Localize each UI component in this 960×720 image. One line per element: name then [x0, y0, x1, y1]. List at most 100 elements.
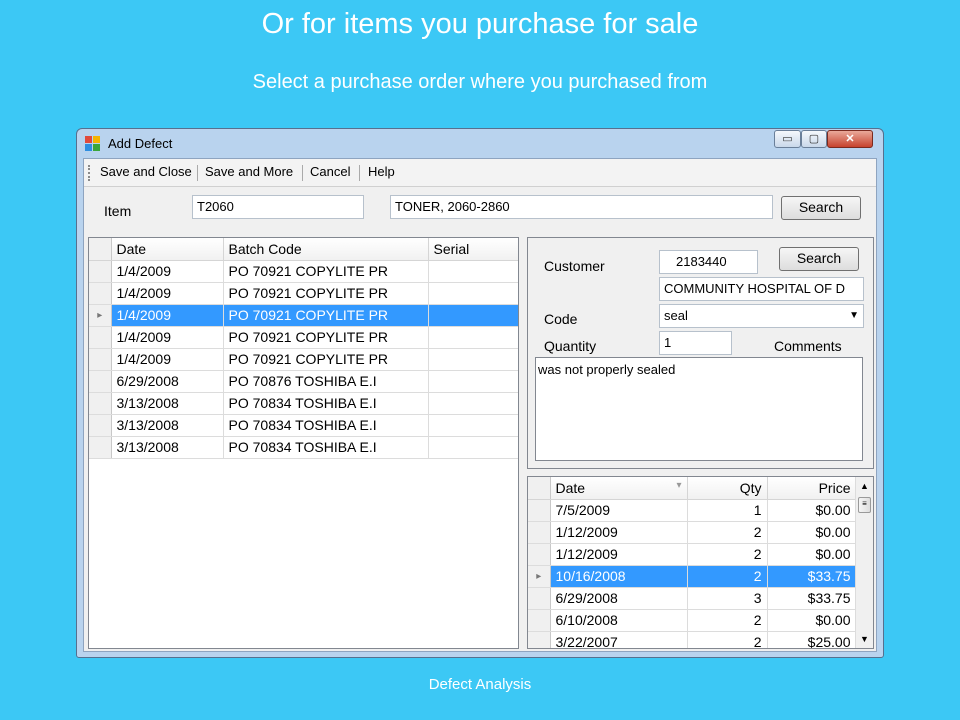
help-button[interactable]: Help: [368, 164, 395, 179]
table-cell[interactable]: 1/4/2009: [111, 260, 224, 283]
table-row[interactable]: ▸ 1/4/2009 PO 70921 COPYLITE PR: [89, 304, 518, 327]
window-titlebar[interactable]: Add Defect ▭ ▢ ✕: [77, 129, 883, 157]
col-header-date[interactable]: Date: [111, 238, 224, 261]
table-cell[interactable]: 6/29/2008: [550, 587, 688, 610]
close-button[interactable]: ✕: [827, 130, 873, 148]
col-header-date[interactable]: Date ▾: [550, 477, 688, 500]
table-cell[interactable]: [428, 282, 518, 305]
table-cell[interactable]: 10/16/2008: [550, 565, 688, 588]
table-cell[interactable]: $0.00: [767, 499, 857, 522]
row-header[interactable]: ▸: [89, 304, 112, 327]
table-cell[interactable]: $25.00: [767, 631, 857, 648]
table-cell[interactable]: [428, 348, 518, 371]
table-cell[interactable]: 1: [687, 499, 768, 522]
table-cell[interactable]: PO 70921 COPYLITE PR: [223, 348, 429, 371]
row-header[interactable]: ▸: [528, 565, 551, 588]
table-row[interactable]: 1/12/2009 2 $0.00: [528, 543, 857, 566]
table-cell[interactable]: [428, 326, 518, 349]
scroll-down-icon[interactable]: ▼: [860, 634, 869, 644]
table-cell[interactable]: 1/4/2009: [111, 348, 224, 371]
cancel-button[interactable]: Cancel: [310, 164, 350, 179]
customer-name-input[interactable]: COMMUNITY HOSPITAL OF D: [659, 277, 864, 301]
batch-grid[interactable]: Date Batch Code Serial 1/4/2009 PO 70921 …: [88, 237, 519, 649]
table-cell[interactable]: 6/10/2008: [550, 609, 688, 632]
table-cell[interactable]: PO 70876 TOSHIBA E.I: [223, 370, 429, 393]
save-and-more-button[interactable]: Save and More: [205, 164, 293, 179]
table-cell[interactable]: $0.00: [767, 521, 857, 544]
table-cell[interactable]: 3: [687, 587, 768, 610]
minimize-button[interactable]: ▭: [774, 130, 801, 148]
row-header[interactable]: [528, 609, 551, 632]
table-cell[interactable]: 2: [687, 631, 768, 648]
table-cell[interactable]: PO 70834 TOSHIBA E.I: [223, 414, 429, 437]
table-cell[interactable]: 3/13/2008: [111, 414, 224, 437]
table-cell[interactable]: 2: [687, 521, 768, 544]
row-header[interactable]: [89, 436, 112, 459]
col-header-serial[interactable]: Serial: [428, 238, 518, 261]
table-cell[interactable]: 1/12/2009: [550, 521, 688, 544]
table-cell[interactable]: 3/13/2008: [111, 436, 224, 459]
row-header[interactable]: [89, 370, 112, 393]
item-code-input[interactable]: T2060: [192, 195, 364, 219]
table-cell[interactable]: 1/12/2009: [550, 543, 688, 566]
table-cell[interactable]: PO 70834 TOSHIBA E.I: [223, 392, 429, 415]
table-cell[interactable]: 2: [687, 543, 768, 566]
save-and-close-button[interactable]: Save and Close: [100, 164, 192, 179]
table-row[interactable]: ▸ 10/16/2008 2 $33.75: [528, 565, 857, 588]
table-cell[interactable]: [428, 260, 518, 283]
table-cell[interactable]: [428, 392, 518, 415]
table-cell[interactable]: [428, 370, 518, 393]
table-cell[interactable]: [428, 414, 518, 437]
table-cell[interactable]: $33.75: [767, 565, 857, 588]
table-row[interactable]: 3/13/2008 PO 70834 TOSHIBA E.I: [89, 436, 518, 459]
table-row[interactable]: 1/4/2009 PO 70921 COPYLITE PR: [89, 282, 518, 305]
col-header-price[interactable]: Price: [767, 477, 857, 500]
table-cell[interactable]: PO 70921 COPYLITE PR: [223, 282, 429, 305]
table-cell[interactable]: [428, 436, 518, 459]
scroll-up-icon[interactable]: ▲: [860, 481, 869, 491]
table-row[interactable]: 3/22/2007 2 $25.00: [528, 631, 857, 648]
table-row[interactable]: 1/4/2009 PO 70921 COPYLITE PR: [89, 326, 518, 349]
table-cell[interactable]: $0.00: [767, 609, 857, 632]
table-row[interactable]: 7/5/2009 1 $0.00: [528, 499, 857, 522]
table-row[interactable]: 6/10/2008 2 $0.00: [528, 609, 857, 632]
table-row[interactable]: 6/29/2008 PO 70876 TOSHIBA E.I: [89, 370, 518, 393]
history-grid[interactable]: Date ▾ Qty Price 7/5/2009 1 $0.00 1/12/2009 2…: [527, 476, 874, 649]
table-row[interactable]: 6/29/2008 3 $33.75: [528, 587, 857, 610]
customer-id-input[interactable]: 2183440: [659, 250, 758, 274]
table-cell[interactable]: 2: [687, 609, 768, 632]
table-cell[interactable]: PO 70921 COPYLITE PR: [223, 304, 429, 327]
comments-textarea[interactable]: was not properly sealed: [535, 357, 863, 461]
col-header-qty[interactable]: Qty: [687, 477, 768, 500]
table-row[interactable]: 1/4/2009 PO 70921 COPYLITE PR: [89, 260, 518, 283]
table-cell[interactable]: PO 70834 TOSHIBA E.I: [223, 436, 429, 459]
code-select[interactable]: seal ▼: [659, 304, 864, 328]
row-header[interactable]: [528, 543, 551, 566]
table-row[interactable]: 3/13/2008 PO 70834 TOSHIBA E.I: [89, 392, 518, 415]
row-header[interactable]: [89, 282, 112, 305]
row-header[interactable]: [528, 521, 551, 544]
row-header[interactable]: [89, 260, 112, 283]
table-cell[interactable]: [428, 304, 518, 327]
history-scrollbar[interactable]: ▲ ≡ ▼: [855, 477, 873, 648]
row-header[interactable]: [528, 631, 551, 648]
row-header[interactable]: [89, 326, 112, 349]
table-cell[interactable]: PO 70921 COPYLITE PR: [223, 326, 429, 349]
quantity-input[interactable]: 1: [659, 331, 732, 355]
row-header[interactable]: [528, 499, 551, 522]
row-header[interactable]: [89, 348, 112, 371]
table-cell[interactable]: 1/4/2009: [111, 304, 224, 327]
row-header[interactable]: [89, 414, 112, 437]
table-cell[interactable]: 3/22/2007: [550, 631, 688, 648]
table-cell[interactable]: 7/5/2009: [550, 499, 688, 522]
table-row[interactable]: 3/13/2008 PO 70834 TOSHIBA E.I: [89, 414, 518, 437]
table-cell[interactable]: $33.75: [767, 587, 857, 610]
table-cell[interactable]: 3/13/2008: [111, 392, 224, 415]
row-header[interactable]: [89, 392, 112, 415]
maximize-button[interactable]: ▢: [801, 130, 827, 148]
item-search-button[interactable]: Search: [781, 196, 861, 220]
table-cell[interactable]: PO 70921 COPYLITE PR: [223, 260, 429, 283]
table-cell[interactable]: 6/29/2008: [111, 370, 224, 393]
table-cell[interactable]: 2: [687, 565, 768, 588]
table-row[interactable]: 1/4/2009 PO 70921 COPYLITE PR: [89, 348, 518, 371]
